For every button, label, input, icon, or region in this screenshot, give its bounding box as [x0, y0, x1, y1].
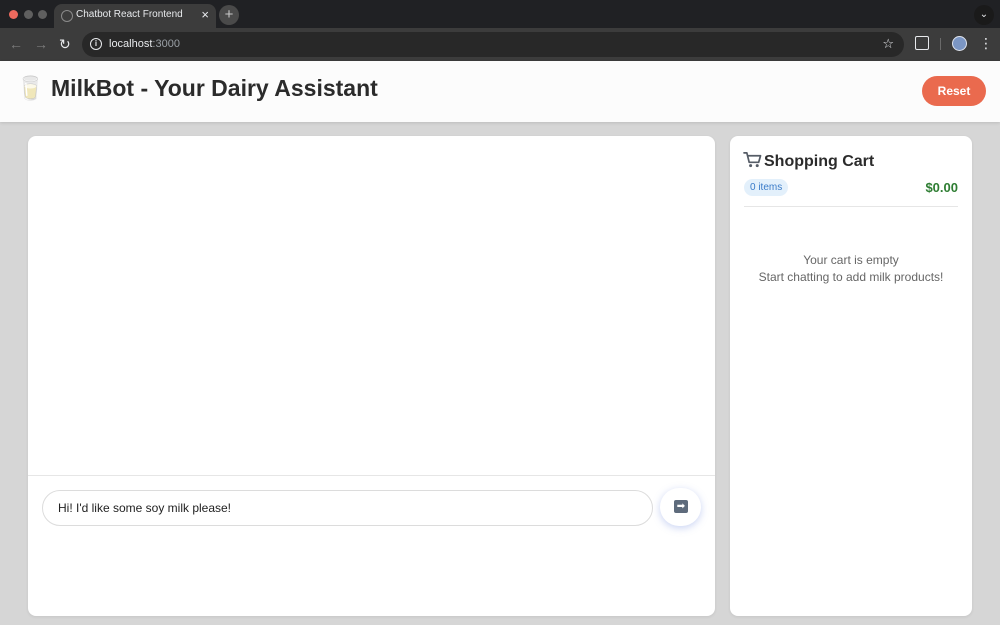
- empty-cart-message: Your cart is empty: [803, 253, 899, 267]
- close-window-icon[interactable]: [9, 10, 18, 19]
- cart-panel: Shopping Cart 0 items $0.00 Your cart is…: [730, 136, 972, 616]
- tab-search-button[interactable]: ⌄: [974, 5, 994, 25]
- cart-total: $0.00: [925, 180, 958, 195]
- globe-icon: [61, 10, 73, 22]
- back-arrow-icon[interactable]: ←: [9, 36, 23, 52]
- message-list[interactable]: [28, 136, 715, 475]
- cart-divider: [744, 206, 958, 207]
- browser-toolbar: ← → ↻ i localhost:3000 ☆: [0, 28, 1000, 61]
- new-tab-button[interactable]: +: [219, 5, 239, 25]
- page-title: 🥛 MilkBot - Your Dairy Assistant: [16, 75, 378, 101]
- app-header: 🥛 MilkBot - Your Dairy Assistant Reset: [0, 61, 1000, 122]
- items-count-badge: 0 items: [744, 179, 789, 196]
- minimize-window-icon[interactable]: [24, 10, 33, 19]
- cart-title: Shopping Cart: [743, 151, 874, 171]
- browser-tab-bar: Chatbot React Frontend × + ⌄: [0, 0, 1000, 28]
- send-button[interactable]: ➡: [660, 488, 701, 526]
- browser-tab[interactable]: Chatbot React Frontend ×: [54, 4, 216, 28]
- extensions-icon[interactable]: [915, 36, 929, 50]
- forward-arrow-icon[interactable]: →: [34, 36, 48, 52]
- shopping-cart-icon: [743, 152, 762, 168]
- maximize-window-icon[interactable]: [38, 10, 47, 19]
- tab-close-icon[interactable]: ×: [201, 7, 209, 23]
- url-text[interactable]: localhost:3000: [109, 38, 180, 50]
- chat-panel: ➡: [28, 136, 715, 616]
- profile-avatar[interactable]: [952, 36, 967, 51]
- address-bar[interactable]: i localhost:3000 ☆: [82, 32, 904, 57]
- reset-button[interactable]: Reset: [922, 76, 986, 106]
- message-input[interactable]: [42, 490, 653, 526]
- bookmark-star-icon[interactable]: ☆: [882, 36, 894, 52]
- empty-cart-hint: Start chatting to add milk products!: [758, 270, 944, 284]
- reload-icon[interactable]: ↻: [59, 36, 71, 52]
- input-divider: [28, 475, 715, 476]
- browser-menu-icon[interactable]: ⋮: [979, 34, 993, 52]
- send-arrow-icon: ➡: [674, 500, 688, 513]
- site-info-icon[interactable]: i: [90, 38, 102, 50]
- tab-title: Chatbot React Frontend: [76, 9, 183, 20]
- toolbar-divider: [940, 38, 941, 50]
